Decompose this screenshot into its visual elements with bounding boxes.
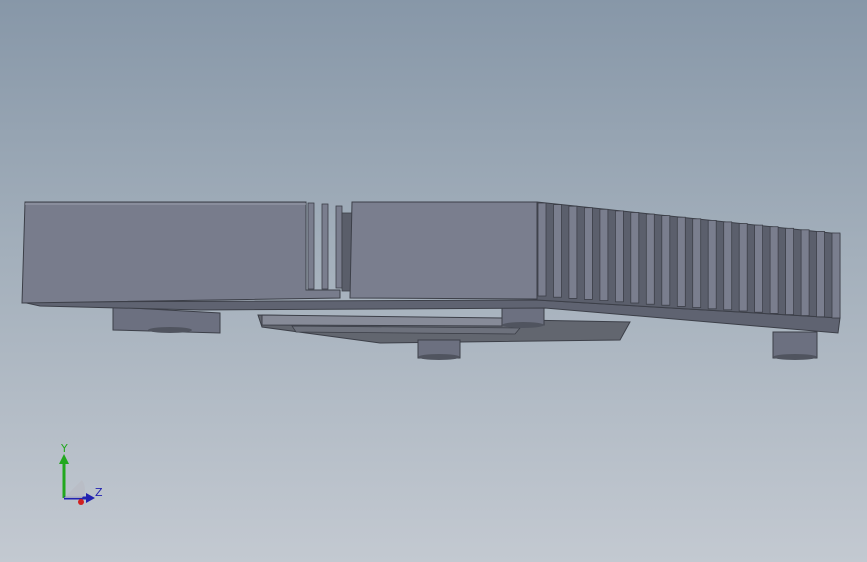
bottom-plate-edge — [261, 314, 503, 327]
heatsink-fin — [785, 227, 794, 316]
heatsink-fin — [676, 216, 686, 307]
heatsink-fin — [630, 212, 640, 304]
coordinate-triad: Y Z — [48, 440, 112, 510]
heatsink-fin — [692, 218, 702, 309]
fin-section-back — [536, 201, 841, 319]
heatsink-fin — [537, 202, 547, 297]
axis-z-arrow — [86, 493, 95, 503]
cad-graphics-viewport[interactable]: Y Z — [0, 0, 867, 562]
heatsink-fin — [723, 221, 733, 311]
foot-front — [417, 339, 461, 360]
axis-y-label: Y — [61, 442, 68, 455]
foot-left — [112, 306, 221, 334]
axis-x-marker — [64, 480, 85, 498]
heatsink-fin — [645, 213, 655, 305]
heatsink-fin — [599, 208, 609, 302]
heatsink-fin — [568, 205, 578, 299]
middle-block-front — [349, 201, 538, 300]
heatsink-fin — [831, 232, 841, 319]
axis-y-arrow — [59, 454, 69, 464]
heatsink-fin — [661, 215, 671, 306]
heatsink-fin — [584, 207, 593, 300]
foot-right — [772, 331, 818, 360]
axis-x-dot — [78, 499, 84, 505]
heatsink-fin — [754, 224, 763, 313]
notch-fins — [307, 202, 353, 292]
heatsink-fin — [816, 230, 825, 318]
axis-z-label: Z — [95, 486, 103, 499]
heatsink-fin — [800, 229, 810, 317]
heatsink-fin — [553, 204, 562, 298]
heatsink-model[interactable] — [0, 0, 867, 562]
left-block-front — [21, 201, 341, 304]
heatsink-fin — [769, 226, 779, 314]
heatsink-fin — [738, 223, 748, 312]
heatsink-fin — [707, 219, 717, 310]
heatsink-fin — [615, 210, 624, 303]
